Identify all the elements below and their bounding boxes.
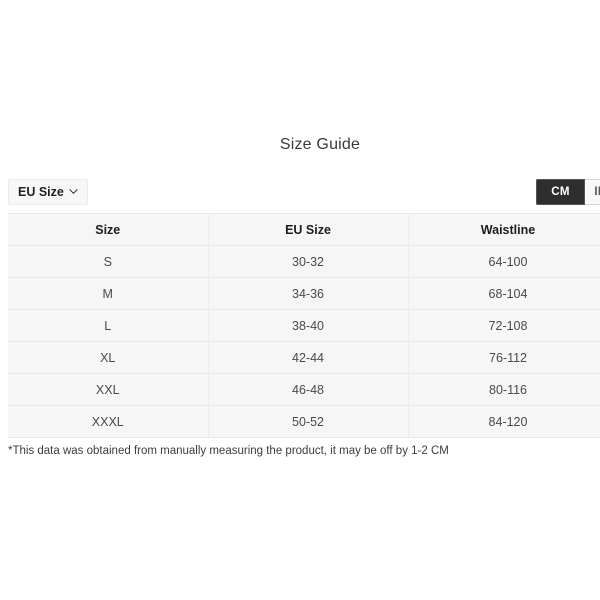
cell-size: M: [8, 277, 209, 310]
size-system-dropdown[interactable]: EU Size: [8, 179, 88, 205]
size-system-dropdown-label: EU Size: [18, 185, 64, 199]
cell-size: XL: [8, 341, 209, 374]
chevron-down-icon: [69, 187, 78, 196]
cell-size: XXL: [8, 373, 209, 406]
cell-eu-size: 30-32: [208, 245, 409, 278]
size-table: Size EU Size Waistline Pants Length S 30…: [8, 213, 600, 438]
table-row: XL 42-44 76-112 106: [8, 341, 600, 374]
measurement-disclaimer: *This data was obtained from manually me…: [8, 445, 449, 457]
column-header-eu-size: EU Size: [208, 213, 409, 246]
cell-waistline: 84-120: [408, 405, 600, 438]
cell-size: XXXL: [8, 405, 209, 438]
column-header-size: Size: [8, 213, 209, 246]
table-row: S 30-32 64-100 103: [8, 245, 600, 278]
cell-waistline: 64-100: [408, 245, 600, 278]
table-header-row: Size EU Size Waistline Pants Length: [8, 213, 600, 246]
unit-toggle-cm[interactable]: CM: [536, 179, 585, 205]
cell-eu-size: 42-44: [208, 341, 409, 374]
cell-waistline: 76-112: [408, 341, 600, 374]
cell-eu-size: 50-52: [208, 405, 409, 438]
page-title: Size Guide: [279, 136, 361, 153]
cell-waistline: 68-104: [408, 277, 600, 310]
table-row: XXXL 50-52 84-120 108: [8, 405, 600, 438]
size-guide-controls: EU Size CM INCH: [0, 179, 600, 207]
table-row: XXL 46-48 80-116 107: [8, 373, 600, 406]
table-row: M 34-36 68-104 104: [8, 277, 600, 310]
column-header-waistline: Waistline: [408, 213, 600, 246]
cell-waistline: 72-108: [408, 309, 600, 342]
cell-size: S: [8, 245, 209, 278]
size-table-container: Size EU Size Waistline Pants Length S 30…: [8, 213, 600, 438]
table-row: L 38-40 72-108 105: [8, 309, 600, 342]
cell-eu-size: 38-40: [208, 309, 409, 342]
unit-toggle-inch[interactable]: INCH: [585, 179, 600, 205]
cell-eu-size: 34-36: [208, 277, 409, 310]
cell-eu-size: 46-48: [208, 373, 409, 406]
cell-waistline: 80-116: [408, 373, 600, 406]
cell-size: L: [8, 309, 209, 342]
unit-toggle-group[interactable]: CM INCH: [536, 179, 600, 205]
size-guide-page: Size Guide EU Size CM INCH Size EU Size: [0, 0, 600, 600]
